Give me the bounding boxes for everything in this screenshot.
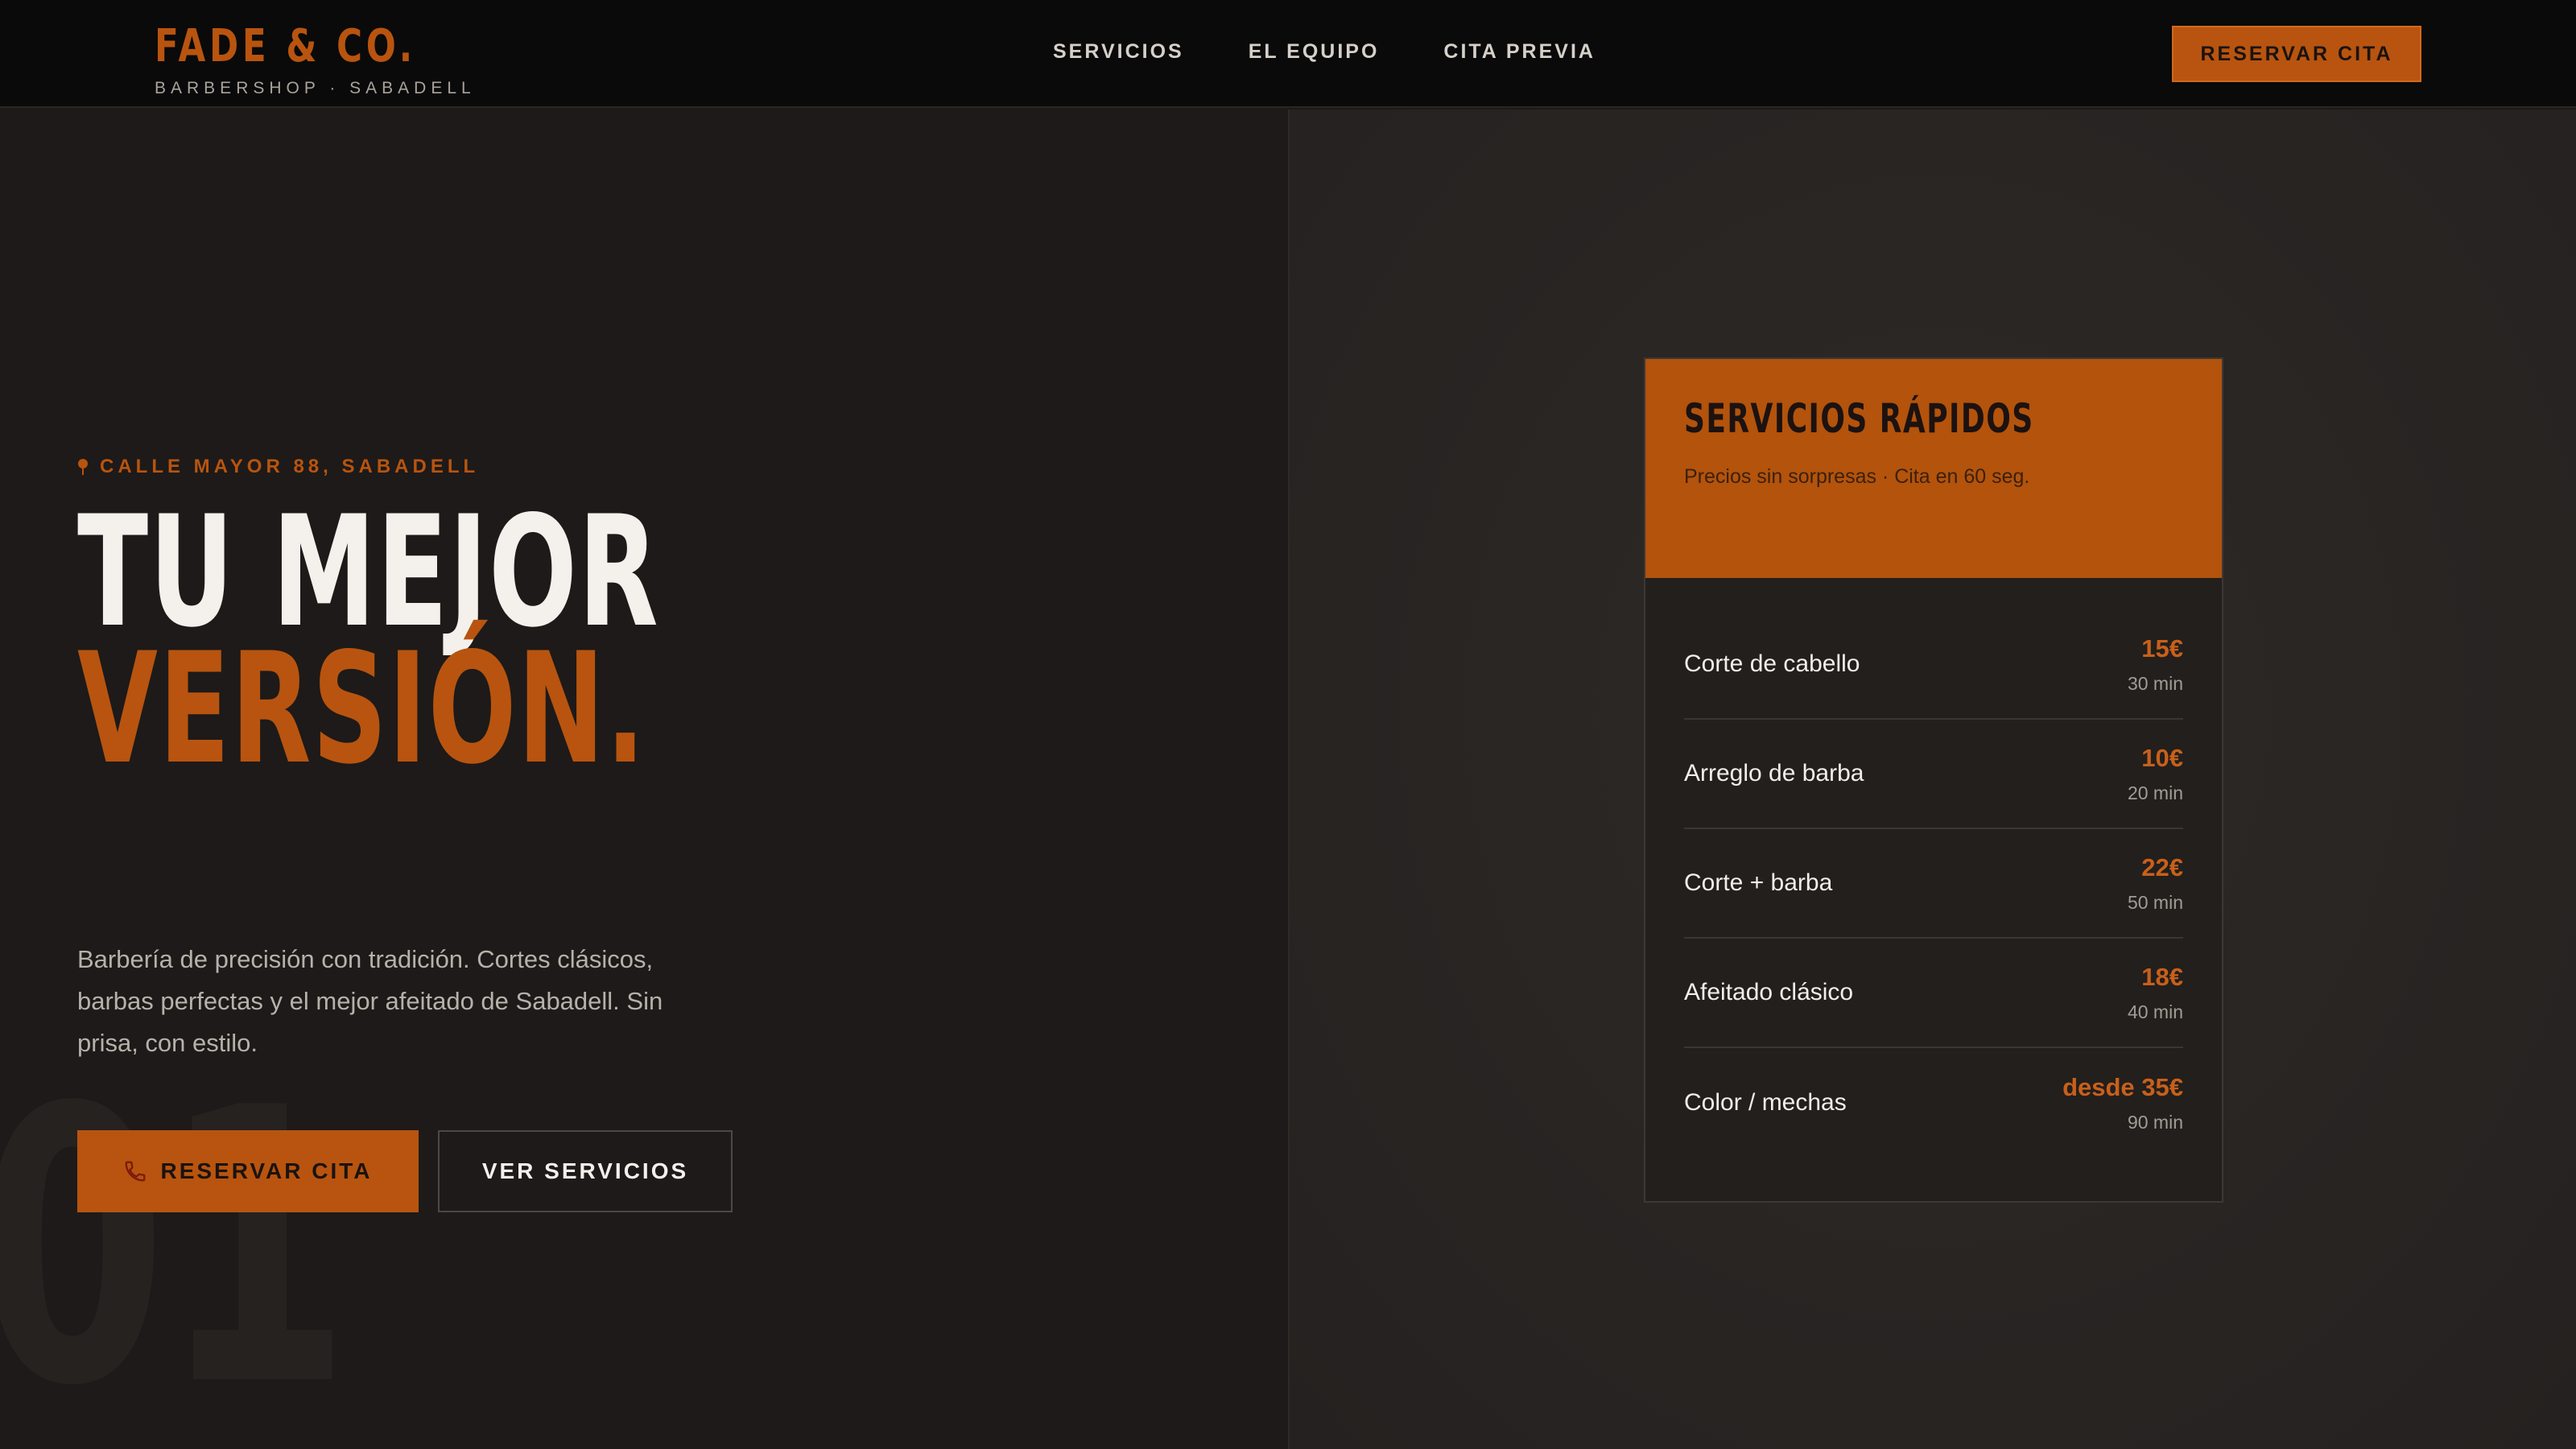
- service-duration: 20 min: [2127, 782, 2183, 803]
- top-navigation: FADE & CO. BARBERSHOP · SABADELL SERVICI…: [0, 0, 2576, 108]
- service-price: desde 35€: [2062, 1072, 2183, 1101]
- service-name: Corte de cabello: [1684, 650, 1860, 677]
- brand-subtitle: BARBERSHOP · SABADELL: [155, 79, 476, 97]
- hero-section: 01 CALLE MAYOR 88, SABADELL TU MEJOR VER…: [0, 109, 1288, 1449]
- hero-description: Barbería de precisión con tradición. Cor…: [77, 945, 663, 1057]
- reservar-cita-label: RESERVAR CITA: [160, 1158, 373, 1183]
- service-price: 18€: [2141, 962, 2183, 991]
- brand-logo[interactable]: FADE & CO. BARBERSHOP · SABADELL: [155, 21, 489, 98]
- service-name: Arreglo de barba: [1684, 760, 1864, 786]
- services-card-subtitle: Precios sin sorpresas · Cita en 60 seg.: [1684, 465, 2030, 488]
- service-meta: 15€ 30 min: [2128, 634, 2183, 695]
- nav-reservar-cita-button[interactable]: RESERVAR CITA: [2172, 26, 2421, 82]
- services-panel: SERVICIOS RÁPIDOS Precios sin sorpresas …: [1288, 109, 2576, 1449]
- service-price: 22€: [2141, 852, 2183, 881]
- service-duration: 40 min: [2127, 1001, 2183, 1022]
- services-card-header: SERVICIOS RÁPIDOS Precios sin sorpresas …: [1645, 359, 2222, 578]
- reservar-cita-button[interactable]: RESERVAR CITA: [77, 1130, 419, 1212]
- nav-link-servicios[interactable]: SERVICIOS: [1053, 40, 1184, 64]
- hero-background-number: 01: [0, 1028, 351, 1449]
- service-row[interactable]: Corte + barba 22€ 50 min: [1684, 829, 2183, 939]
- service-price: 15€: [2141, 634, 2183, 663]
- location-label: CALLE MAYOR 88, SABADELL: [77, 456, 479, 478]
- map-pin-icon: [78, 459, 88, 475]
- services-list: Corte de cabello 15€ 30 min Arreglo de b…: [1645, 578, 2222, 1158]
- service-row[interactable]: Arreglo de barba 10€ 20 min: [1684, 720, 2183, 829]
- service-meta: 22€ 50 min: [2128, 853, 2183, 914]
- location-text: CALLE MAYOR 88, SABADELL: [100, 456, 480, 477]
- services-card: SERVICIOS RÁPIDOS Precios sin sorpresas …: [1644, 357, 2223, 1203]
- service-duration: 30 min: [2127, 672, 2183, 694]
- service-meta: 18€ 40 min: [2128, 963, 2183, 1023]
- service-meta: 10€ 20 min: [2128, 744, 2183, 804]
- service-meta: desde 35€ 90 min: [2062, 1073, 2183, 1133]
- service-name: Afeitado clásico: [1684, 979, 1854, 1005]
- service-row[interactable]: Corte de cabello 15€ 30 min: [1684, 610, 2183, 720]
- ver-servicios-button[interactable]: VER SERVICIOS: [438, 1130, 733, 1212]
- service-name: Corte + barba: [1684, 869, 1833, 896]
- headline-line-2: VERSIÓN.: [77, 620, 646, 798]
- phone-icon: [126, 1161, 146, 1182]
- service-row[interactable]: Color / mechas desde 35€ 90 min: [1684, 1048, 2183, 1158]
- service-price: 10€: [2141, 743, 2183, 772]
- brand-name: FADE & CO.: [155, 20, 416, 72]
- service-row[interactable]: Afeitado clásico 18€ 40 min: [1684, 939, 2183, 1048]
- nav-links: SERVICIOS EL EQUIPO CITA PREVIA: [1053, 40, 1596, 64]
- nav-link-cita-previa[interactable]: CITA PREVIA: [1443, 40, 1596, 64]
- hero-headline: TU MEJOR VERSIÓN.: [77, 496, 659, 798]
- nav-link-el-equipo[interactable]: EL EQUIPO: [1249, 40, 1380, 64]
- service-duration: 90 min: [2127, 1111, 2183, 1133]
- service-duration: 50 min: [2127, 891, 2183, 913]
- services-card-title: SERVICIOS RÁPIDOS: [1684, 395, 2034, 442]
- service-name: Color / mechas: [1684, 1089, 1847, 1116]
